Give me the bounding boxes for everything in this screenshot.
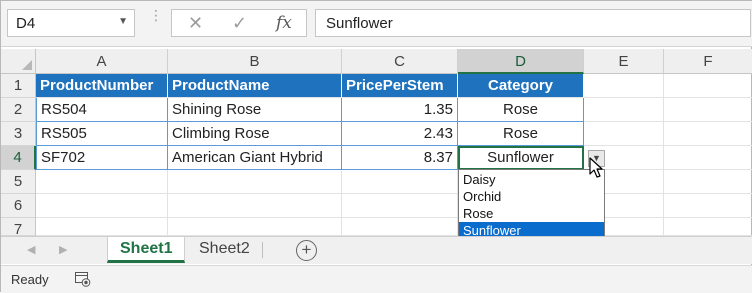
empty-cell[interactable] <box>168 170 342 194</box>
row-header-5[interactable]: 5 <box>1 170 36 194</box>
status-bar: Ready <box>1 265 752 293</box>
list-option-daisy[interactable]: Daisy <box>459 171 604 188</box>
table-header-cell[interactable]: PricePerStem <box>342 74 458 98</box>
empty-cell[interactable] <box>342 194 458 218</box>
row-header-2[interactable]: 2 <box>1 98 36 122</box>
column-header-c[interactable]: C <box>342 49 458 74</box>
empty-cell[interactable] <box>342 218 458 236</box>
empty-cell[interactable] <box>664 74 752 98</box>
empty-cell[interactable] <box>342 170 458 194</box>
table-cell[interactable]: RS505 <box>36 122 168 146</box>
tab-divider <box>262 242 263 258</box>
column-header-d[interactable]: D <box>458 49 584 74</box>
empty-cell[interactable] <box>664 146 752 170</box>
sheet-tab-bar: ◀ ▶ Sheet1 Sheet2 + <box>1 236 752 264</box>
column-header-b[interactable]: B <box>168 49 342 74</box>
formula-input[interactable]: Sunflower <box>315 9 751 37</box>
column-header-f[interactable]: F <box>664 49 752 74</box>
list-option-orchid[interactable]: Orchid <box>459 188 604 205</box>
empty-cell[interactable] <box>36 218 168 236</box>
function-icon[interactable]: fx <box>276 13 292 33</box>
formula-buttons: ✕ ✓ fx <box>171 9 307 37</box>
validation-listbox: Daisy Orchid Rose Sunflower <box>458 169 605 240</box>
empty-cell[interactable] <box>36 170 168 194</box>
empty-cell[interactable] <box>664 98 752 122</box>
table-cell[interactable]: RS504 <box>36 98 168 122</box>
table-header-cell[interactable]: Category <box>458 74 584 98</box>
table-header-cell[interactable]: ProductNumber <box>36 74 168 98</box>
mouse-pointer-icon <box>589 157 603 178</box>
row-header-6[interactable]: 6 <box>1 194 36 218</box>
macro-recording-icon[interactable] <box>75 272 91 287</box>
empty-cell[interactable] <box>168 218 342 236</box>
row-header-1[interactable]: 1 <box>1 74 36 98</box>
cancel-icon[interactable]: ✕ <box>188 13 203 34</box>
table-cell[interactable]: Shining Rose <box>168 98 342 122</box>
name-box-value: D4 <box>16 15 36 32</box>
tab-sheet1[interactable]: Sheet1 <box>107 237 185 263</box>
enter-icon[interactable]: ✓ <box>232 13 247 34</box>
table-cell[interactable]: 1.35 <box>342 98 458 122</box>
empty-cell[interactable] <box>168 194 342 218</box>
empty-cell[interactable] <box>664 218 752 236</box>
table-header-cell[interactable]: ProductName <box>168 74 342 98</box>
table-cell[interactable]: SF702 <box>36 146 168 170</box>
column-header-a[interactable]: A <box>36 49 168 74</box>
excel-window: D4 ▼ ⋮ ✕ ✓ fx Sunflower A B C D E F 1 2 … <box>0 0 752 293</box>
empty-cell[interactable] <box>664 170 752 194</box>
chevron-down-icon[interactable]: ▼ <box>118 16 128 27</box>
empty-cell[interactable] <box>584 74 664 98</box>
formula-bar: D4 ▼ ⋮ ✕ ✓ fx Sunflower <box>1 1 752 47</box>
empty-cell[interactable] <box>664 122 752 146</box>
status-text: Ready <box>11 272 49 287</box>
table-cell[interactable]: Rose <box>458 122 584 146</box>
prev-sheet-icon[interactable]: ◀ <box>27 243 35 256</box>
empty-cell[interactable] <box>584 122 664 146</box>
table-cell[interactable]: 8.37 <box>342 146 458 170</box>
active-cell-d4[interactable]: Sunflower <box>458 146 584 170</box>
table-cell[interactable]: Rose <box>458 98 584 122</box>
empty-cell[interactable] <box>36 194 168 218</box>
formula-bar-separator[interactable]: ⋮ <box>149 8 163 22</box>
select-all-button[interactable] <box>1 49 36 74</box>
tab-sheet2[interactable]: Sheet2 <box>187 237 262 263</box>
row-header-3[interactable]: 3 <box>1 122 36 146</box>
table-cell[interactable]: American Giant Hybrid <box>168 146 342 170</box>
empty-cell[interactable] <box>584 98 664 122</box>
list-option-rose[interactable]: Rose <box>459 205 604 222</box>
table-cell[interactable]: Climbing Rose <box>168 122 342 146</box>
row-header-4[interactable]: 4 <box>1 146 36 170</box>
add-sheet-icon[interactable]: + <box>296 240 317 261</box>
empty-cell[interactable] <box>664 194 752 218</box>
table-cell[interactable]: 2.43 <box>342 122 458 146</box>
row-header-7[interactable]: 7 <box>1 218 36 238</box>
column-header-e[interactable]: E <box>584 49 664 74</box>
next-sheet-icon[interactable]: ▶ <box>59 243 67 256</box>
name-box[interactable]: D4 ▼ <box>7 9 135 37</box>
